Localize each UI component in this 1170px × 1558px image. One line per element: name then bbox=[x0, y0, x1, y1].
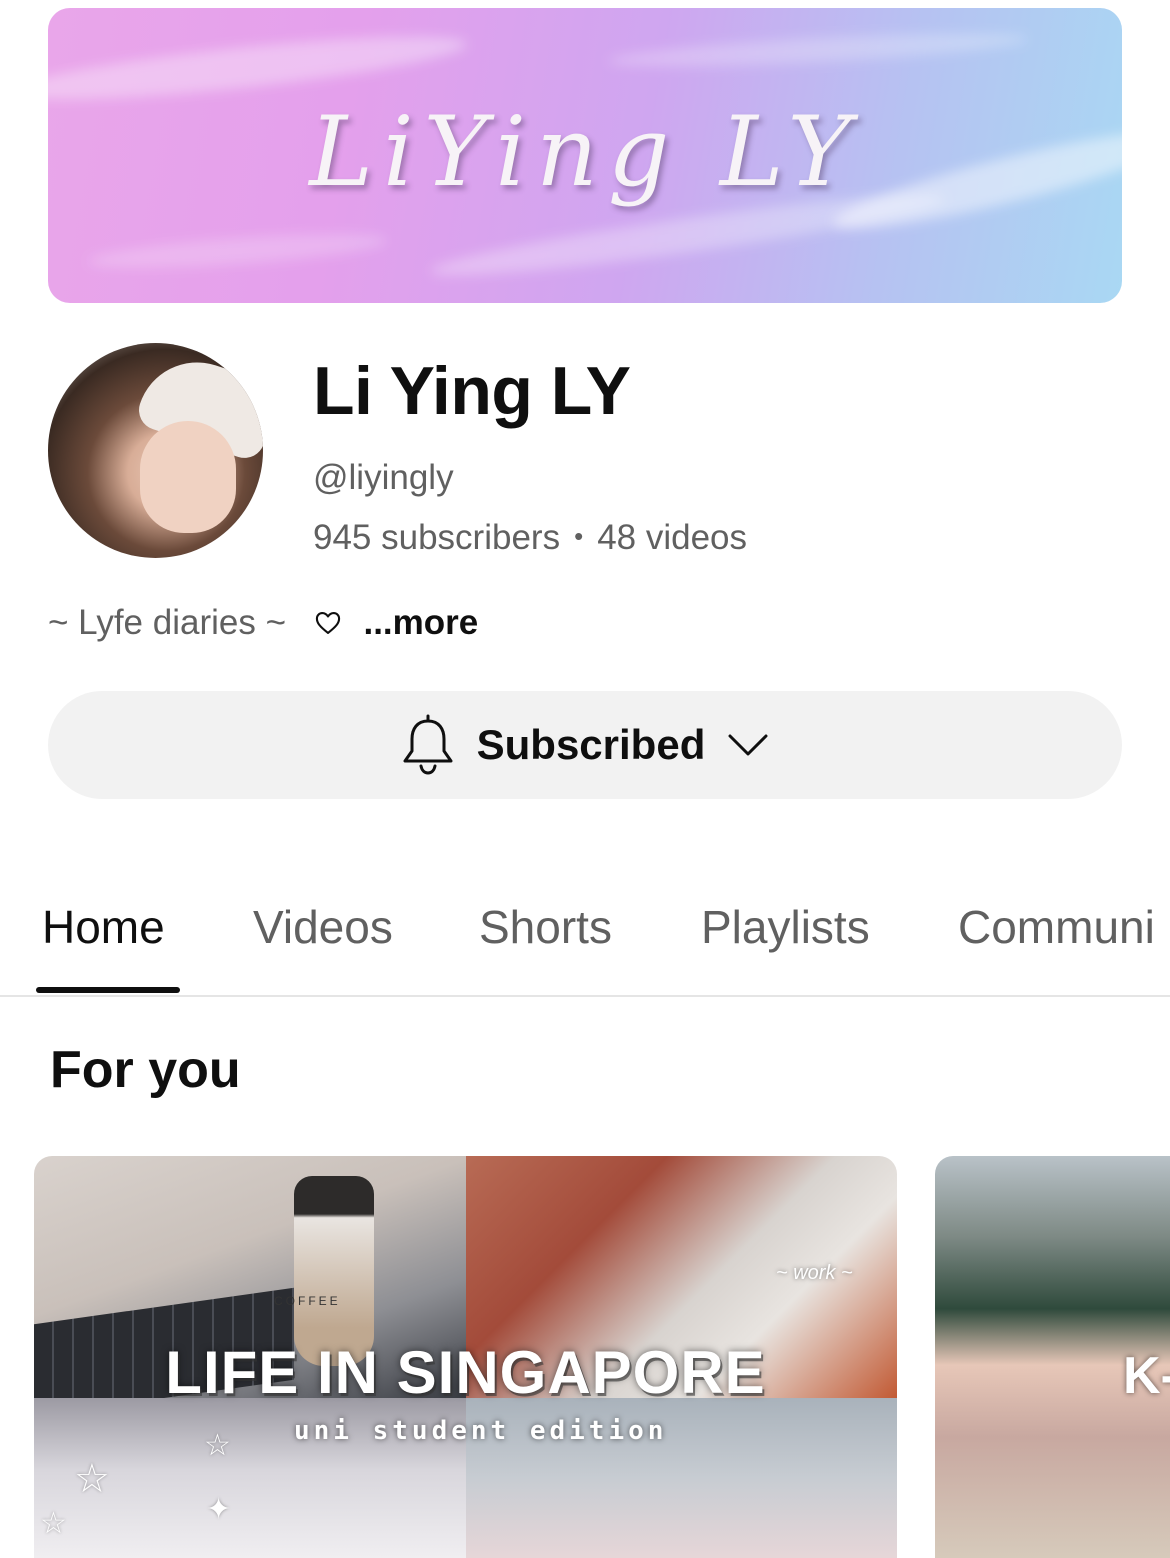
star-icon: ✦ bbox=[206, 1493, 232, 1526]
thumbnail-subtitle: uni student edition bbox=[294, 1416, 668, 1446]
channel-avatar[interactable] bbox=[48, 343, 263, 558]
star-icon: ☆ bbox=[74, 1457, 110, 1501]
more-link[interactable]: ...more bbox=[363, 603, 478, 642]
channel-description[interactable]: ~ Lyfe diaries ~ ...more bbox=[48, 603, 478, 643]
tab-videos[interactable]: Videos bbox=[253, 900, 393, 954]
thumbnail-title: LIFE IN SINGAPORE bbox=[165, 1339, 766, 1406]
star-icon: ☆ bbox=[40, 1507, 67, 1540]
subscribed-label: Subscribed bbox=[476, 721, 706, 768]
banner-brush-stroke bbox=[87, 227, 389, 275]
chevron-down-icon bbox=[728, 734, 768, 756]
tab-home[interactable]: Home bbox=[42, 900, 165, 954]
channel-stats: 945 subscribers • 48 videos bbox=[313, 518, 747, 558]
star-icon: ☆ bbox=[204, 1429, 231, 1462]
thumbnail-coffee-label: COFFEE bbox=[274, 1294, 341, 1308]
active-tab-indicator bbox=[36, 987, 180, 993]
video-thumbnail[interactable]: COFFEE ~ work ~ LIFE IN SINGAPORE uni st… bbox=[34, 1156, 897, 1558]
tab-playlists[interactable]: Playlists bbox=[701, 900, 870, 954]
channel-name: Li Ying LY bbox=[313, 353, 631, 429]
thumbnail-work-label: ~ work ~ bbox=[776, 1262, 853, 1284]
tab-shorts[interactable]: Shorts bbox=[479, 900, 612, 954]
avatar-face bbox=[140, 421, 236, 533]
section-title: For you bbox=[50, 1041, 241, 1099]
bell-icon bbox=[403, 714, 453, 775]
video-count: 48 videos bbox=[597, 518, 748, 557]
channel-handle: @liyingly bbox=[313, 458, 454, 497]
subscriber-count: 945 subscribers bbox=[313, 518, 561, 557]
thumbnail-title: K- bbox=[1123, 1347, 1170, 1405]
description-text: ~ Lyfe diaries ~ bbox=[48, 603, 287, 642]
channel-tabs: Home Videos Shorts Playlists Communi bbox=[0, 880, 1170, 997]
stats-separator: • bbox=[574, 521, 584, 551]
banner-title: LiYing LY bbox=[309, 96, 861, 208]
channel-banner: LiYing LY bbox=[48, 8, 1122, 303]
subscribed-button[interactable]: Subscribed bbox=[48, 691, 1122, 799]
banner-brush-stroke bbox=[607, 27, 1029, 73]
tab-community[interactable]: Communi bbox=[958, 900, 1155, 954]
heart-icon bbox=[315, 612, 340, 634]
video-thumbnail[interactable]: K- bbox=[935, 1156, 1170, 1558]
